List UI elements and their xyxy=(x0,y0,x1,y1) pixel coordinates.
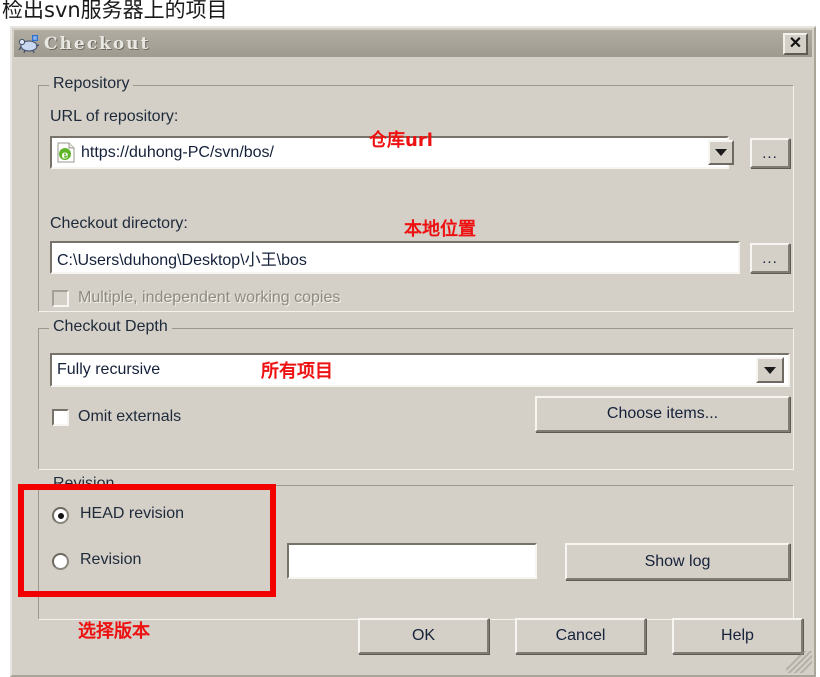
multiple-copies-label: Multiple, independent working copies xyxy=(78,289,341,306)
checkout-depth-combobox[interactable]: Fully recursive xyxy=(50,353,790,387)
head-revision-radio[interactable] xyxy=(52,507,69,524)
url-dropdown-button[interactable] xyxy=(708,140,734,165)
radio-selected-dot xyxy=(57,512,64,519)
cancel-button[interactable]: Cancel xyxy=(515,618,646,654)
dialog-titlebar[interactable]: Checkout ✕ xyxy=(14,30,812,57)
screenshot-root: 检出svn服务器上的项目 Checkout ✕ Repository URL o… xyxy=(0,0,820,677)
chevron-down-icon xyxy=(715,149,727,156)
annotation-choose-version: 选择版本 xyxy=(78,621,150,642)
url-value: https://duhong-PC/svn/bos/ xyxy=(81,143,274,161)
checkout-directory-input[interactable]: C:\Users\duhong\Desktop\小王\bos xyxy=(50,241,740,274)
ok-button[interactable]: OK xyxy=(358,618,489,654)
checkout-depth-dropdown-button[interactable] xyxy=(756,357,784,383)
revision-label: Revision xyxy=(80,551,142,568)
url-browse-button[interactable]: ... xyxy=(750,138,790,168)
choose-items-button[interactable]: Choose items... xyxy=(535,396,790,432)
revision-number-input[interactable] xyxy=(287,543,537,579)
annotation-local-path: 本地位置 xyxy=(404,219,476,240)
annotation-repo-url: 仓库url xyxy=(369,130,433,151)
watermark-corner-icon xyxy=(786,651,812,673)
multiple-copies-checkbox[interactable] xyxy=(52,290,69,307)
omit-externals-checkbox[interactable] xyxy=(52,409,69,426)
close-icon: ✕ xyxy=(788,34,803,52)
annotation-all-items: 所有项目 xyxy=(261,361,333,382)
help-button[interactable]: Help xyxy=(672,618,803,654)
tortoise-svn-icon xyxy=(18,34,40,54)
checkout-directory-value: C:\Users\duhong\Desktop\小王\bos xyxy=(57,251,307,269)
close-button[interactable]: ✕ xyxy=(783,32,808,55)
url-of-repository-label: URL of repository: xyxy=(50,108,179,125)
page-heading: 检出svn服务器上的项目 xyxy=(2,0,228,22)
show-log-button[interactable]: Show log xyxy=(565,543,790,580)
revision-radio[interactable] xyxy=(52,553,69,570)
checkout-depth-value: Fully recursive xyxy=(57,361,161,378)
checkout-directory-label: Checkout directory: xyxy=(50,215,188,232)
dialog-title: Checkout xyxy=(44,33,151,54)
green-e-document-icon: e xyxy=(56,142,76,163)
omit-externals-label: Omit externals xyxy=(78,408,182,425)
head-revision-label: HEAD revision xyxy=(80,505,185,522)
svg-text:e: e xyxy=(62,149,69,162)
chevron-down-icon xyxy=(764,366,776,374)
checkout-dialog: Checkout ✕ Repository URL of repository:… xyxy=(10,26,816,677)
repository-group-title: Repository xyxy=(49,75,134,93)
revision-group-title: Revision xyxy=(49,475,119,493)
directory-browse-button[interactable]: ... xyxy=(750,243,790,273)
checkout-depth-group-title: Checkout Depth xyxy=(49,318,172,336)
